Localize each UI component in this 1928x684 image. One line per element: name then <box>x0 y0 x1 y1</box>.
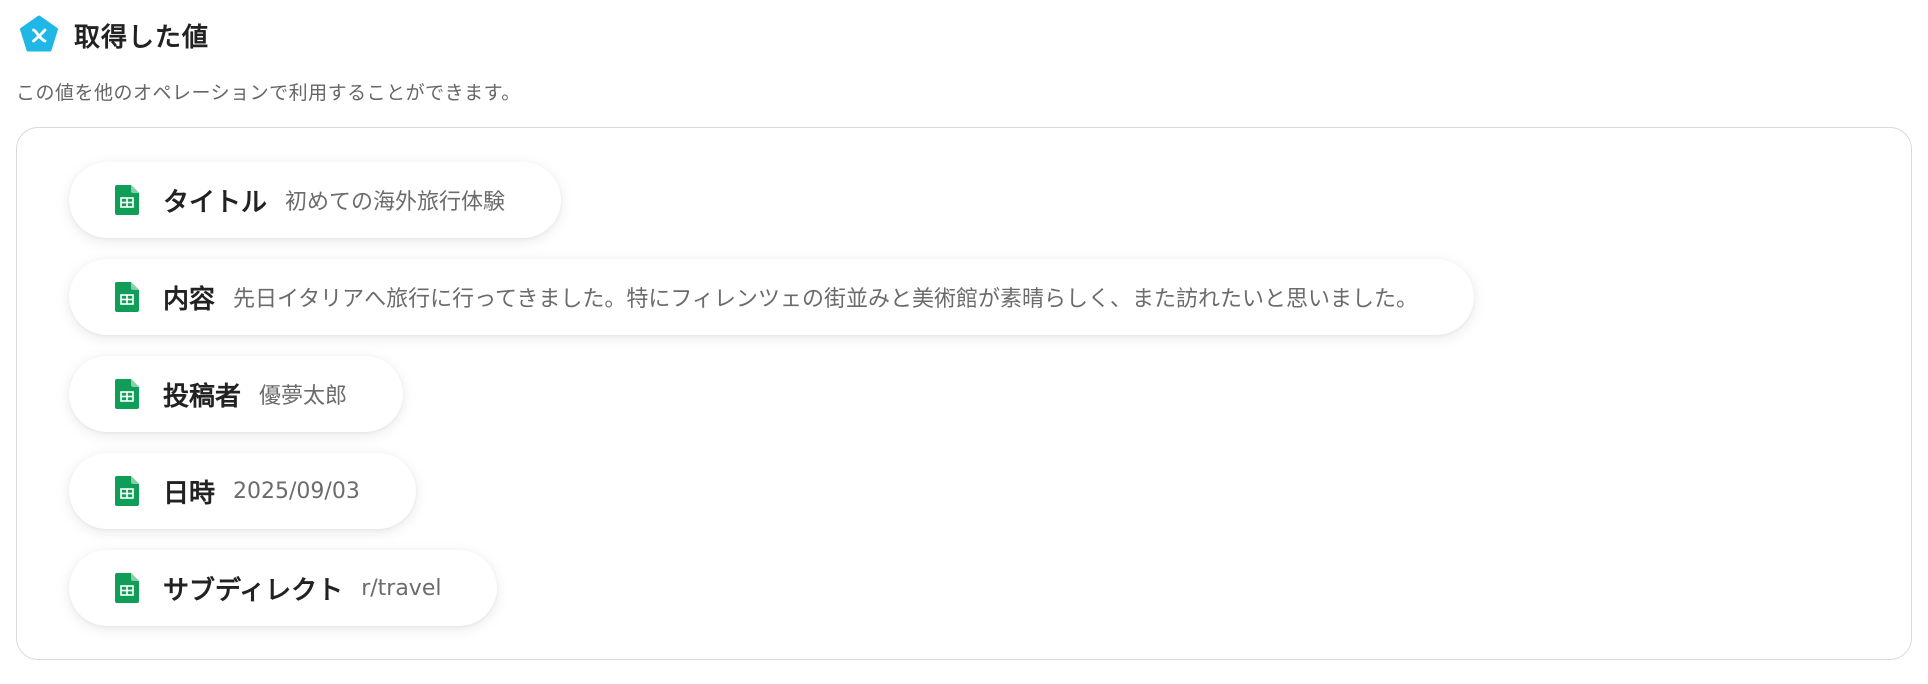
yoom-logo-icon <box>20 15 58 52</box>
google-sheets-icon <box>115 573 139 603</box>
google-sheets-icon <box>115 185 139 215</box>
field-pill-subreddit[interactable]: サブディレクト r/travel <box>69 550 498 626</box>
google-sheets-icon <box>115 379 139 409</box>
page-title: 取得した値 <box>74 22 210 53</box>
field-pill-author[interactable]: 投稿者 優夢太郎 <box>69 356 404 432</box>
field-pill-content[interactable]: 内容 先日イタリアへ旅行に行ってきました。特にフィレンツェの街並みと美術館が素晴… <box>69 259 1474 335</box>
field-value: 2025/09/03 <box>233 478 360 504</box>
field-label: 投稿者 <box>163 381 242 412</box>
field-value: r/travel <box>361 575 442 601</box>
section-header: 取得した値 <box>18 14 209 56</box>
field-pill-title[interactable]: タイトル 初めての海外旅行体験 <box>69 162 562 238</box>
google-sheets-icon <box>115 476 139 506</box>
field-pill-datetime[interactable]: 日時 2025/09/03 <box>69 453 416 529</box>
field-label: サブディレクト <box>163 575 344 606</box>
field-value: 優夢太郎 <box>259 384 348 409</box>
values-panel: タイトル 初めての海外旅行体験 内容 先日イタリアへ旅行に行ってきました。特にフ… <box>16 127 1912 660</box>
field-value: 初めての海外旅行体験 <box>285 190 506 215</box>
field-value: 先日イタリアへ旅行に行ってきました。特にフィレンツェの街並みと美術館が素晴らしく… <box>233 287 1418 312</box>
field-label: 日時 <box>163 478 216 509</box>
google-sheets-icon <box>115 282 139 312</box>
field-label: 内容 <box>163 284 216 315</box>
section-description: この値を他のオペレーションで利用することができます。 <box>16 82 521 104</box>
field-label: タイトル <box>163 187 268 218</box>
